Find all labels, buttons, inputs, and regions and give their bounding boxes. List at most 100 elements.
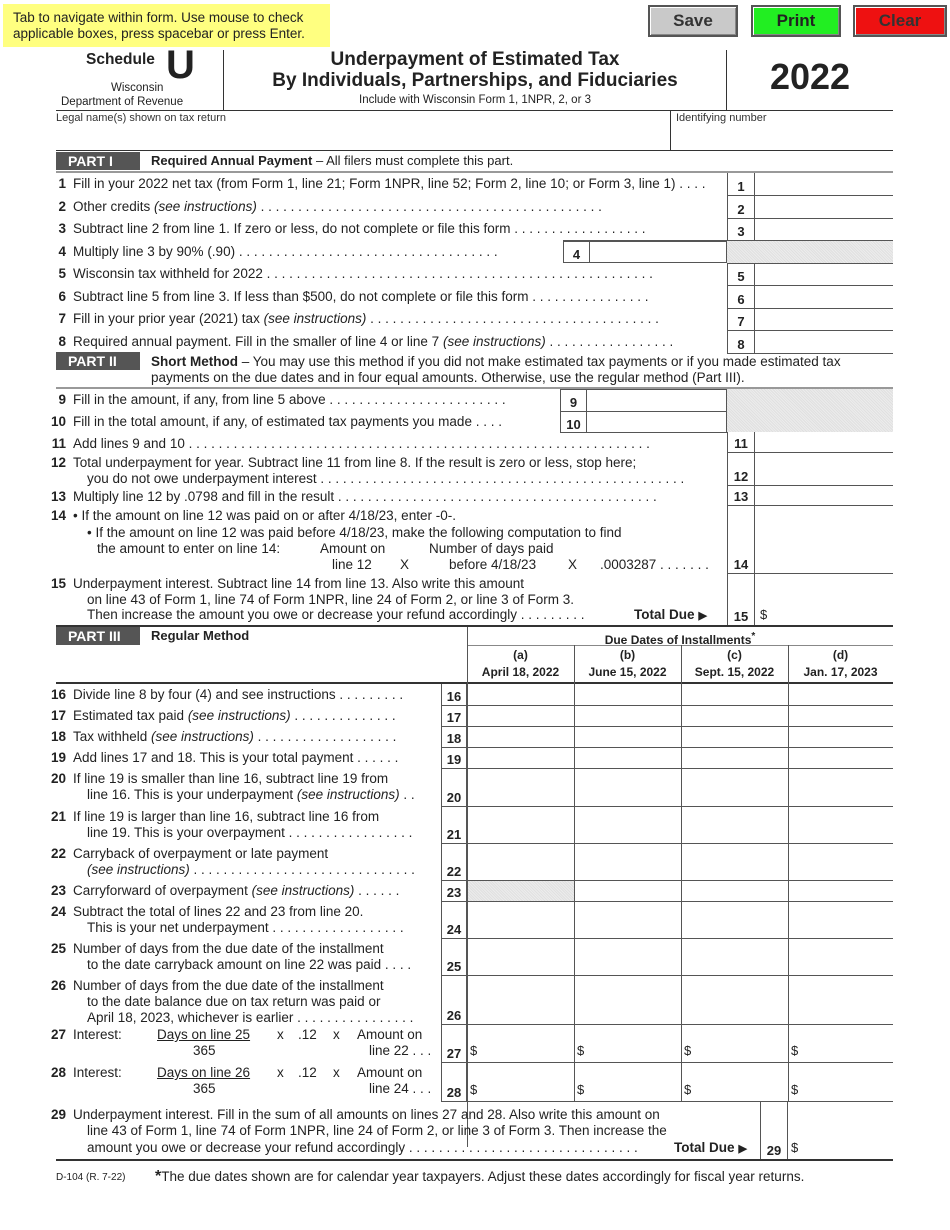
line-17-col-b-input[interactable] [576, 705, 679, 724]
dollar-sign: $ [684, 1043, 692, 1058]
line-25-col-a-input[interactable] [469, 954, 572, 973]
line-23-col-c-input[interactable] [683, 880, 786, 899]
line-label: Number of days from the due date of the … [73, 978, 384, 993]
line-box-number: 25 [441, 938, 467, 975]
line-19-col-c-input[interactable] [683, 747, 786, 766]
line-dots: . . . . . . . . . . . . . . . . . [545, 334, 674, 349]
line-26-col-a-input[interactable] [469, 1003, 572, 1022]
line-25-col-c-input[interactable] [683, 954, 786, 973]
line-17-col-a-input[interactable] [469, 705, 572, 724]
save-button[interactable]: Save [648, 5, 738, 37]
line-4-input[interactable] [592, 242, 725, 262]
line-22-col-a-input[interactable] [469, 859, 572, 878]
line-28-col-d-input[interactable] [801, 1080, 891, 1099]
line-22-col-c-input[interactable] [683, 859, 786, 878]
line-12-input[interactable] [757, 462, 891, 482]
identifying-number-input[interactable] [676, 128, 891, 148]
line-28-col-a-input[interactable] [480, 1080, 572, 1099]
line-27-col-a-input[interactable] [480, 1041, 572, 1060]
line-2-input[interactable] [757, 197, 891, 217]
line-25-col-d-input[interactable] [790, 954, 891, 973]
line-24-col-b-input[interactable] [576, 917, 679, 936]
line-26-col-d-input[interactable] [790, 1003, 891, 1022]
line-23-col-d-input[interactable] [790, 880, 891, 899]
line-number: 28 [50, 1065, 66, 1080]
line-label: Add lines 9 and 10 . . . . . . . . . . .… [73, 436, 650, 451]
shaded-area [727, 241, 893, 263]
line-text: 16 Divide line 8 by four (4) and see inst… [38, 687, 403, 703]
line-22-col-d-input[interactable] [790, 859, 891, 878]
line-number: 25 [50, 941, 66, 956]
line-18-col-c-input[interactable] [683, 726, 786, 745]
line-20-col-a-input[interactable] [469, 785, 572, 804]
line-number: 4 [58, 244, 66, 259]
line-16-col-a-input[interactable] [469, 684, 572, 703]
line-19-col-a-input[interactable] [469, 747, 572, 766]
divider [670, 110, 671, 150]
divider [560, 411, 727, 412]
line-27-col-b-input[interactable] [587, 1041, 679, 1060]
line-16-col-d-input[interactable] [790, 684, 891, 703]
line-8-input[interactable] [757, 332, 891, 352]
line-1-input[interactable] [757, 174, 891, 194]
line-21-col-d-input[interactable] [790, 822, 891, 841]
line-28-col-b-input[interactable] [587, 1080, 679, 1099]
line-13-input[interactable] [757, 486, 891, 504]
fraction-numerator: Days on line 26 [157, 1065, 251, 1080]
line-23-col-b-input[interactable] [576, 880, 679, 899]
line-5-input[interactable] [757, 264, 891, 284]
line-label: Carryback of overpayment or late payment [73, 846, 329, 861]
legal-name-input[interactable] [60, 128, 665, 148]
line-28-col-c-input[interactable] [694, 1080, 786, 1099]
line-9-input[interactable] [589, 390, 725, 410]
line-18-col-b-input[interactable] [576, 726, 679, 745]
line-24-col-d-input[interactable] [790, 917, 891, 936]
line-14-input[interactable] [757, 550, 891, 570]
line-dots: . . . . . . [354, 883, 400, 898]
line-17-col-c-input[interactable] [683, 705, 786, 724]
line-20-col-d-input[interactable] [790, 785, 891, 804]
line-bullet: • If the amount on line 12 was paid on o… [73, 508, 456, 523]
column-divider [681, 645, 682, 1101]
line-22-col-b-input[interactable] [576, 859, 679, 878]
line-24-col-c-input[interactable] [683, 917, 786, 936]
line-20-col-b-input[interactable] [576, 785, 679, 804]
print-button[interactable]: Print [751, 5, 841, 37]
line-20-col-c-input[interactable] [683, 785, 786, 804]
line-11-input[interactable] [757, 433, 891, 451]
line-7-input[interactable] [757, 309, 891, 329]
line-3-input[interactable] [757, 219, 891, 239]
divider [441, 843, 893, 844]
line-19-col-d-input[interactable] [790, 747, 891, 766]
line-16-col-c-input[interactable] [683, 684, 786, 703]
line-21-col-a-input[interactable] [469, 822, 572, 841]
clear-button[interactable]: Clear [853, 5, 947, 37]
line-25-col-b-input[interactable] [576, 954, 679, 973]
line-19-col-b-input[interactable] [576, 747, 679, 766]
line-18-col-a-input[interactable] [469, 726, 572, 745]
line-15-input[interactable] [772, 604, 891, 624]
line-21-col-c-input[interactable] [683, 822, 786, 841]
line-16-col-b-input[interactable] [576, 684, 679, 703]
line-26-col-b-input[interactable] [576, 1003, 679, 1022]
line-box-number: 1 [727, 173, 755, 195]
line-text: 4 Multiply line 3 by 90% (.90) . . . . . … [38, 244, 497, 260]
line-6-input[interactable] [757, 287, 891, 307]
divider [441, 1101, 893, 1102]
arrow-right-icon: ▶ [738, 1143, 747, 1155]
line-text: 26 Number of days from the due date of th… [38, 978, 384, 994]
line-text: 1 Fill in your 2022 net tax (from Form 1,… [38, 176, 705, 192]
line-18-col-d-input[interactable] [790, 726, 891, 745]
line-27-col-d-input[interactable] [801, 1041, 891, 1060]
line-box-number: 21 [441, 806, 467, 843]
line-17-col-d-input[interactable] [790, 705, 891, 724]
line-21-col-b-input[interactable] [576, 822, 679, 841]
line-10-input[interactable] [589, 412, 725, 432]
line-27-col-c-input[interactable] [694, 1041, 786, 1060]
line-text: 27 Interest: [38, 1027, 122, 1043]
line-26-col-c-input[interactable] [683, 1003, 786, 1022]
part1-title-bold: Required Annual Payment [151, 153, 313, 168]
line-29-input[interactable] [803, 1137, 891, 1157]
line-24-col-a-input[interactable] [469, 917, 572, 936]
interest-rate: .12 [298, 1065, 317, 1080]
